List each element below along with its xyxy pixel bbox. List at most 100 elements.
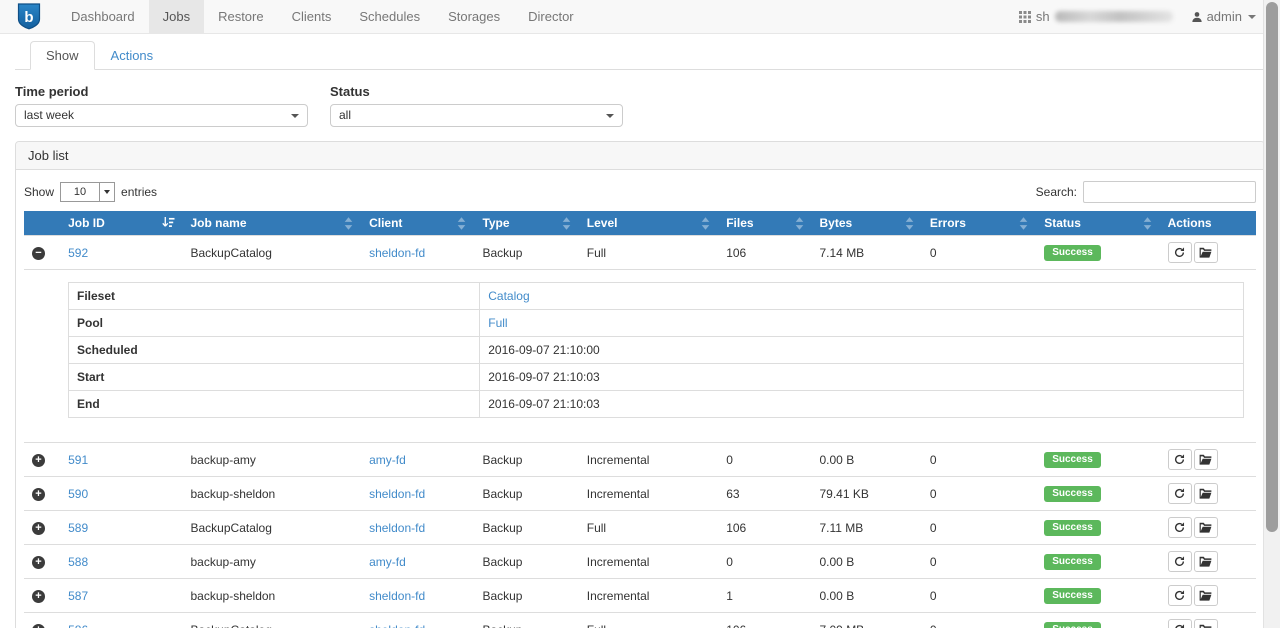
nav-item-dashboard[interactable]: Dashboard bbox=[57, 0, 149, 33]
select-arrow bbox=[99, 183, 114, 201]
expand-row-icon[interactable]: + bbox=[32, 522, 45, 535]
client-link[interactable]: sheldon-fd bbox=[369, 487, 425, 501]
table-row: −592BackupCatalogsheldon-fdBackupFull106… bbox=[24, 236, 1256, 270]
folder-open-icon bbox=[1199, 590, 1212, 601]
job-id-link[interactable]: 587 bbox=[68, 589, 88, 603]
col-header-files[interactable]: Files bbox=[718, 211, 811, 236]
rerun-job-button[interactable] bbox=[1168, 449, 1192, 470]
browse-files-button[interactable] bbox=[1194, 449, 1218, 470]
job-detail-panel: FilesetCatalogPoolFullScheduled2016-09-0… bbox=[24, 270, 1256, 443]
rerun-job-button[interactable] bbox=[1168, 551, 1192, 572]
browse-files-button[interactable] bbox=[1194, 585, 1218, 606]
sort-icon[interactable] bbox=[701, 217, 710, 230]
client-link[interactable]: amy-fd bbox=[369, 555, 406, 569]
detail-label: Pool bbox=[69, 310, 480, 337]
detail-value-link[interactable]: Catalog bbox=[488, 289, 529, 303]
bareos-logo[interactable]: b bbox=[0, 0, 57, 33]
expand-row-icon[interactable]: + bbox=[32, 454, 45, 467]
nav-item-jobs[interactable]: Jobs bbox=[149, 0, 204, 33]
sort-icon[interactable] bbox=[1143, 217, 1152, 230]
job-name-cell: BackupCatalog bbox=[183, 613, 362, 628]
job-id-link[interactable]: 589 bbox=[68, 521, 88, 535]
col-header-bytes[interactable]: Bytes bbox=[812, 211, 922, 236]
browse-files-button[interactable] bbox=[1194, 242, 1218, 263]
job-id-link[interactable]: 591 bbox=[68, 453, 88, 467]
nav-item-director[interactable]: Director bbox=[514, 0, 588, 33]
detail-label: End bbox=[69, 391, 480, 418]
type-cell: Backup bbox=[474, 545, 578, 579]
collapse-row-icon[interactable]: − bbox=[32, 247, 45, 260]
status-label: Status bbox=[330, 84, 623, 99]
tab-show[interactable]: Show bbox=[30, 41, 95, 70]
expand-row-icon[interactable]: + bbox=[32, 556, 45, 569]
col-header-type[interactable]: Type bbox=[474, 211, 578, 236]
expand-row-icon[interactable]: + bbox=[32, 590, 45, 603]
job-id-link[interactable]: 588 bbox=[68, 555, 88, 569]
entries-per-page-select[interactable]: 10 bbox=[60, 182, 115, 202]
detail-value: 2016-09-07 21:10:00 bbox=[488, 343, 599, 357]
type-cell: Backup bbox=[474, 236, 578, 270]
user-label: admin bbox=[1207, 9, 1242, 24]
sort-icon[interactable] bbox=[1019, 217, 1028, 230]
search-input[interactable] bbox=[1083, 181, 1256, 203]
col-header-level[interactable]: Level bbox=[579, 211, 718, 236]
sort-icon[interactable] bbox=[795, 217, 804, 230]
browse-files-button[interactable] bbox=[1194, 619, 1218, 628]
detail-value-link[interactable]: Full bbox=[488, 316, 507, 330]
sort-desc-icon[interactable] bbox=[162, 217, 175, 229]
nav-item-schedules[interactable]: Schedules bbox=[345, 0, 434, 33]
col-header-errors[interactable]: Errors bbox=[922, 211, 1036, 236]
nav-item-restore[interactable]: Restore bbox=[204, 0, 278, 33]
errors-cell: 0 bbox=[922, 511, 1036, 545]
user-icon bbox=[1191, 11, 1203, 23]
browse-files-button[interactable] bbox=[1194, 517, 1218, 538]
rerun-job-button[interactable] bbox=[1168, 517, 1192, 538]
col-header-job-name[interactable]: Job name bbox=[183, 211, 362, 236]
job-id-link[interactable]: 586 bbox=[68, 623, 88, 628]
tab-actions[interactable]: Actions bbox=[95, 41, 170, 70]
expand-row-icon[interactable]: + bbox=[32, 488, 45, 501]
vertical-scrollbar[interactable] bbox=[1263, 0, 1280, 628]
nav-item-storages[interactable]: Storages bbox=[434, 0, 514, 33]
client-link[interactable]: sheldon-fd bbox=[369, 589, 425, 603]
type-cell: Backup bbox=[474, 511, 578, 545]
client-link[interactable]: sheldon-fd bbox=[369, 521, 425, 535]
expand-row-icon[interactable]: + bbox=[32, 624, 45, 628]
sort-icon[interactable] bbox=[457, 217, 466, 230]
files-cell: 1 bbox=[718, 579, 811, 613]
detail-row: Scheduled2016-09-07 21:10:00 bbox=[69, 337, 1244, 364]
client-link[interactable]: amy-fd bbox=[369, 453, 406, 467]
col-header-status[interactable]: Status bbox=[1036, 211, 1159, 236]
client-link[interactable]: sheldon-fd bbox=[369, 246, 425, 260]
rerun-job-button[interactable] bbox=[1168, 483, 1192, 504]
rerun-job-button[interactable] bbox=[1168, 585, 1192, 606]
col-header-client[interactable]: Client bbox=[361, 211, 474, 236]
client-link[interactable]: sheldon-fd bbox=[369, 623, 425, 628]
scrollbar-thumb[interactable] bbox=[1266, 2, 1278, 532]
folder-open-icon bbox=[1199, 247, 1212, 258]
col-header-job-id[interactable]: Job ID bbox=[60, 211, 182, 236]
folder-open-icon bbox=[1199, 488, 1212, 499]
browse-files-button[interactable] bbox=[1194, 551, 1218, 572]
bytes-cell: 7.14 MB bbox=[812, 236, 922, 270]
time-period-select[interactable]: last week bbox=[15, 104, 308, 127]
level-cell: Incremental bbox=[579, 545, 718, 579]
filters: Time period last week Status all bbox=[15, 84, 1265, 127]
errors-cell: 0 bbox=[922, 443, 1036, 477]
rerun-job-button[interactable] bbox=[1168, 242, 1192, 263]
bytes-cell: 79.41 KB bbox=[812, 477, 922, 511]
browse-files-button[interactable] bbox=[1194, 483, 1218, 504]
col-header-expand bbox=[24, 211, 60, 236]
director-host-link[interactable]: sh bbox=[1019, 9, 1173, 24]
user-menu[interactable]: admin bbox=[1191, 9, 1256, 24]
nav-item-clients[interactable]: Clients bbox=[278, 0, 346, 33]
folder-open-icon bbox=[1199, 556, 1212, 567]
job-id-link[interactable]: 590 bbox=[68, 487, 88, 501]
job-id-link[interactable]: 592 bbox=[68, 246, 88, 260]
table-row: +586BackupCatalogsheldon-fdBackupFull106… bbox=[24, 613, 1256, 628]
status-select[interactable]: all bbox=[330, 104, 623, 127]
rerun-job-button[interactable] bbox=[1168, 619, 1192, 628]
sort-icon[interactable] bbox=[562, 217, 571, 230]
sort-icon[interactable] bbox=[344, 217, 353, 230]
sort-icon[interactable] bbox=[905, 217, 914, 230]
